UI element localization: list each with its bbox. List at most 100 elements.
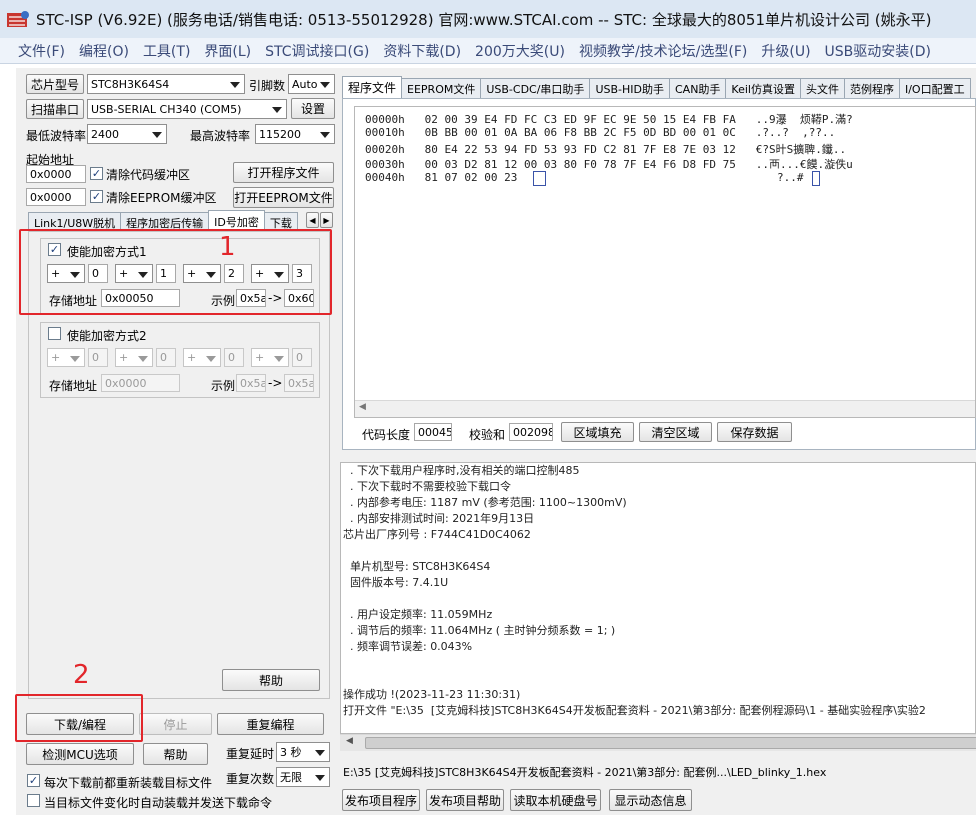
enc2-value-2-input[interactable]: 0	[156, 348, 176, 367]
enc2-value-3-input[interactable]: 0	[224, 348, 244, 367]
enc2-op-3-select[interactable]: +	[183, 348, 221, 367]
help-button[interactable]: 帮助	[222, 669, 320, 691]
publish-help-button[interactable]: 发布项目帮助	[426, 789, 504, 811]
hex-bytes: 00 03 D2 81 12 00 03 80 F0 78 7F E4 F6 D…	[424, 158, 736, 171]
menu-debug[interactable]: STC调试接口(G)	[265, 41, 369, 61]
chip-model-label[interactable]: 芯片型号	[26, 74, 84, 94]
repeat-delay-label: 重复延时	[226, 747, 275, 761]
hex-bytes: 80 E4 22 53 94 FD 53 93 FD C2 81 7F E8 7…	[424, 143, 736, 156]
auto-reload-label: 当目标文件变化时自动装载并发送下载命令	[44, 796, 273, 810]
clear-region-button[interactable]: 清空区域	[639, 422, 712, 442]
hex-address: 00000h	[365, 113, 405, 126]
right-tab-strip: 程序文件 EEPROM文件 USB-CDC/串口助手 USB-HID助手 CAN…	[342, 76, 971, 98]
serial-port-select[interactable]: USB-SERIAL CH340 (COM5)	[87, 99, 287, 119]
enable-encryption-2-checkbox[interactable]	[48, 327, 61, 340]
code-start-address-input[interactable]: 0x0000	[26, 165, 86, 183]
hex-row: 00040h 81 07 02 00 23	[365, 171, 517, 184]
chevron-down-icon	[152, 132, 162, 138]
tab-eeprom-file[interactable]: EEPROM文件	[401, 78, 482, 98]
repeat-delay-select[interactable]: 3 秒	[276, 742, 330, 762]
log-horizontal-scrollbar[interactable]: ◀	[340, 734, 976, 751]
stop-button[interactable]: 停止	[139, 713, 212, 735]
hex-bytes: 0B BB 00 01 0A BA 06 F8 BB 2C F5 0D BD 0…	[424, 126, 736, 139]
hex-bytes: 81 07 02 00 23	[424, 171, 518, 184]
read-disk-id-button[interactable]: 读取本机硬盘号	[510, 789, 601, 811]
help-button-2[interactable]: 帮助	[143, 743, 208, 765]
fill-region-button[interactable]: 区域填充	[561, 422, 634, 442]
enc2-example-to: 0x5a	[284, 374, 314, 392]
menu-usb-driver[interactable]: USB驱动安装(D)	[825, 41, 931, 61]
tab-keil-sim[interactable]: Keil仿真设置	[725, 78, 801, 98]
enc2-address-input[interactable]: 0x0000	[101, 374, 180, 392]
publish-program-button[interactable]: 发布项目程序	[342, 789, 420, 811]
eeprom-start-address-input[interactable]: 0x0000	[26, 188, 86, 206]
log-line: 单片机型号: STC8H3K64S4	[343, 560, 491, 573]
settings-button[interactable]: 设置	[291, 98, 335, 119]
chevron-down-icon	[206, 355, 216, 362]
open-program-file-button[interactable]: 打开程序文件	[233, 162, 334, 183]
repeat-count-value: 无限	[280, 771, 302, 784]
log-line: 芯片出厂序列号 : F744C41D0C4062	[343, 528, 531, 541]
pin-count-select[interactable]: Auto	[288, 74, 335, 94]
menu-program[interactable]: 编程(O)	[79, 41, 129, 61]
detect-mcu-button[interactable]: 检测MCU选项	[26, 743, 134, 765]
scroll-left-icon[interactable]: ◀	[346, 736, 353, 746]
open-eeprom-file-button[interactable]: 打开EEPROM文件	[233, 187, 334, 208]
hex-address: 00020h	[365, 143, 405, 156]
enc2-op-4-select[interactable]: +	[251, 348, 289, 367]
tab-header-file[interactable]: 头文件	[799, 78, 845, 98]
checksum-label: 校验和	[469, 428, 506, 442]
repeat-program-button[interactable]: 重复编程	[217, 713, 324, 735]
menu-file[interactable]: 文件(F)	[18, 41, 65, 61]
scroll-left-icon[interactable]: ◀	[359, 402, 366, 412]
clear-eeprom-buffer-checkbox[interactable]: ✓	[90, 190, 103, 203]
tab-scroll-left-icon[interactable]: ◀	[306, 212, 319, 228]
title-bar: STC-ISP (V6.92E) (服务电话/销售电话: 0513-550129…	[0, 0, 976, 38]
menu-downloads[interactable]: 资料下载(D)	[383, 41, 461, 61]
enc2-op-2-select[interactable]: +	[115, 348, 153, 367]
log-output[interactable]: . 下次下载用户程序时,没有相关的端口控制485 . 下次下载时不需要校验下载口…	[340, 462, 976, 734]
min-baud-label: 最低波特率	[26, 129, 87, 143]
min-baud-select[interactable]: 2400	[87, 124, 167, 144]
tab-program-file[interactable]: 程序文件	[342, 76, 403, 98]
enc2-example-label: 示例	[211, 379, 236, 393]
save-data-button[interactable]: 保存数据	[717, 422, 792, 442]
tab-can-helper[interactable]: CAN助手	[668, 78, 727, 98]
log-line: . 内部安排测试时间: 2021年9月13日	[343, 512, 535, 525]
annotation-box-1	[19, 229, 332, 315]
menu-bar: 文件(F) 编程(O) 工具(T) 界面(L) STC调试接口(G) 资料下载(…	[0, 38, 976, 64]
tab-usb-cdc-serial[interactable]: USB-CDC/串口助手	[480, 78, 591, 98]
enc2-op-3-value: +	[187, 351, 197, 364]
tab-scroll-right-icon[interactable]: ▶	[320, 212, 333, 228]
hex-horizontal-scrollbar[interactable]: ◀	[355, 400, 975, 417]
menu-upgrade[interactable]: 升级(U)	[761, 41, 810, 61]
clear-code-buffer-checkbox[interactable]: ✓	[90, 167, 103, 180]
menu-interface[interactable]: 界面(L)	[204, 41, 251, 61]
menu-prize[interactable]: 200万大奖(U)	[475, 41, 565, 61]
chevron-down-icon	[70, 355, 80, 362]
annotation-box-2	[15, 694, 143, 742]
max-baud-select[interactable]: 115200	[255, 124, 335, 144]
tab-sample-programs[interactable]: 范例程序	[843, 78, 900, 98]
enc2-value-4-input[interactable]: 0	[292, 348, 312, 367]
repeat-count-select[interactable]: 无限	[276, 767, 330, 787]
menu-tools[interactable]: 工具(T)	[143, 41, 190, 61]
scrollbar-thumb[interactable]	[365, 737, 976, 749]
menu-video[interactable]: 视频教学/技术论坛/选型(F)	[579, 41, 747, 61]
tab-io-config[interactable]: I/O口配置工	[898, 78, 971, 98]
app-logo-icon	[6, 9, 30, 29]
hex-view[interactable]: 00000h 02 00 39 E4 FD FC C3 ED 9F EC 9E …	[354, 106, 976, 418]
enc2-address-label: 存储地址	[49, 379, 98, 393]
scan-port-button[interactable]: 扫描串口	[26, 99, 84, 119]
auto-reload-checkbox[interactable]	[27, 794, 40, 807]
clear-eeprom-buffer-label: 清除EEPROM缓冲区	[106, 191, 217, 205]
log-line: 操作成功 !(2023-11-23 11:30:31)	[343, 688, 521, 701]
reload-before-download-checkbox[interactable]: ✓	[27, 774, 40, 787]
hex-address: 00030h	[365, 158, 405, 171]
ascii-cursor	[812, 171, 820, 186]
tab-usb-hid[interactable]: USB-HID助手	[589, 78, 670, 98]
enc2-op-1-select[interactable]: +	[47, 348, 85, 367]
show-dynamic-info-button[interactable]: 显示动态信息	[609, 789, 692, 811]
chip-model-select[interactable]: STC8H3K64S4	[87, 74, 245, 94]
enc2-value-1-input[interactable]: 0	[88, 348, 108, 367]
